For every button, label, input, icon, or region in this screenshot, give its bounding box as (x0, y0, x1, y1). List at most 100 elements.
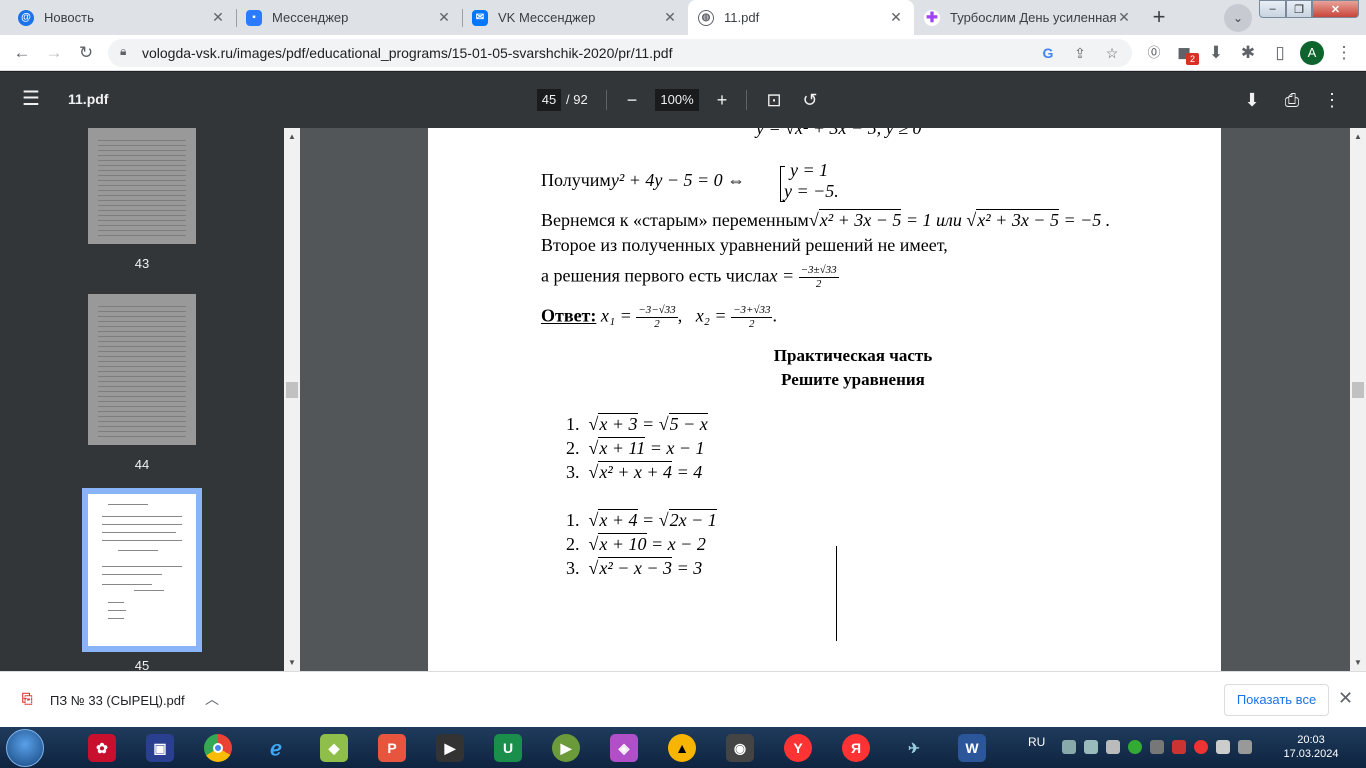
main-scrollbar[interactable]: ▲ ▼ (1350, 128, 1366, 671)
taskbar-app-camera[interactable]: ◉ (716, 730, 764, 766)
system-clock[interactable]: 20:03 17.03.2024 (1276, 733, 1346, 761)
page-thumbnail[interactable] (88, 294, 196, 445)
fit-page-icon[interactable]: ⊡ (762, 88, 786, 112)
taskbar-app-maps[interactable]: ◆ (310, 730, 358, 766)
more-actions-icon[interactable]: ⋮ (1320, 88, 1344, 112)
taskbar-app-save[interactable]: ▣ (136, 730, 184, 766)
tray-icon[interactable] (1150, 740, 1164, 754)
new-tab-button[interactable]: + (1145, 4, 1173, 32)
puzzle-icon[interactable]: ✱ (1236, 41, 1260, 65)
download-icon[interactable]: ⬇ (1204, 41, 1228, 65)
taskbar-app-media[interactable]: ▶ (426, 730, 474, 766)
address-bar[interactable]: 🔒︎ vologda-vsk.ru/images/pdf/educational… (108, 39, 1132, 67)
bookmark-star-icon[interactable]: ☆ (1102, 43, 1122, 63)
taskbar-app-archicad[interactable]: ▲ (658, 730, 706, 766)
tab-strip: @ Новость ✕ ▪ Мессенджер ✕ ✉ VK Мессендж… (0, 0, 1366, 35)
rhs-a: = 1 (905, 210, 932, 230)
network-icon[interactable] (1084, 740, 1098, 754)
eq-g2-2: 2. √x + 10 = x − 2 (566, 533, 706, 554)
line-vernemsya: Вернемся к «старым» переменным√x² + 3x −… (541, 209, 1111, 230)
forward-icon[interactable]: → (42, 41, 66, 65)
close-icon[interactable]: ✕ (1116, 9, 1132, 26)
line-resheniya: а решения первого есть числаx = −3±√33 2 (541, 264, 839, 291)
close-icon[interactable]: ✕ (662, 9, 678, 26)
maximize-button[interactable]: ❐ (1286, 0, 1312, 18)
share-icon[interactable]: ⇪ (1070, 43, 1090, 63)
close-icon[interactable]: ✕ (888, 9, 904, 26)
tab-title: Новость (44, 10, 94, 25)
hamburger-menu-icon[interactable]: ☰ (22, 88, 46, 112)
scroll-up-arrow-icon[interactable]: ▲ (284, 132, 300, 141)
language-indicator[interactable]: RU (1028, 735, 1045, 749)
rotate-icon[interactable]: ↺ (798, 88, 822, 112)
tab-vk-messenger[interactable]: ✉ VK Мессенджер ✕ (462, 0, 688, 35)
taskbar-app-chrome[interactable] (194, 730, 242, 766)
side-panel-icon[interactable]: ▯ (1268, 41, 1292, 65)
close-icon[interactable]: ✕ (436, 9, 452, 26)
show-all-button[interactable]: Показать все (1224, 684, 1329, 716)
rhs-b: = −5 . (1063, 210, 1111, 230)
eq-g1-1: 1. √x + 3 = √5 − x (566, 413, 708, 434)
close-window-button[interactable]: ✕ (1312, 0, 1359, 18)
clock-date: 17.03.2024 (1283, 748, 1339, 760)
extension-shield-icon[interactable]: ⓪ (1142, 41, 1166, 65)
taskbar-app-ie[interactable]: ℯ (252, 730, 300, 766)
start-button[interactable] (6, 729, 44, 767)
line-poluchim: Получимy² + 4y − 5 = 0 ⇔ (541, 170, 745, 191)
close-icon[interactable]: ✕ (210, 9, 226, 26)
zoom-in-icon[interactable]: + (710, 88, 734, 112)
close-icon[interactable]: ✕ (1338, 688, 1353, 709)
taskbar-app-network[interactable]: ✈ (890, 730, 938, 766)
download-icon[interactable]: ⬇ (1240, 88, 1264, 112)
volume-icon[interactable] (1062, 740, 1076, 754)
pdf-toolbar: ☰ 11.pdf 45 / 92 − 100% + ⊡ ↺ ⬇ ⎙ ⋮ (0, 72, 1366, 128)
lock-icon[interactable]: 🔒︎ (120, 44, 126, 59)
zoom-out-icon[interactable]: − (620, 88, 644, 112)
tab-title: Мессенджер (272, 10, 349, 25)
tab-search-button[interactable]: ⌄ (1224, 4, 1252, 32)
antivirus-icon[interactable] (1128, 740, 1142, 754)
more-menu-icon[interactable]: ⋮ (1332, 41, 1356, 65)
tab-messenger[interactable]: ▪ Мессенджер ✕ (236, 0, 462, 35)
scroll-up-arrow-icon[interactable]: ▲ (1350, 132, 1366, 141)
page-thumbnail[interactable] (88, 128, 196, 244)
eq-g2-3: 3. √x² − x − 3 = 3 (566, 557, 703, 578)
taskbar-app-player[interactable]: ▶ (542, 730, 590, 766)
taskbar-app-u[interactable]: U (484, 730, 532, 766)
toolbar-divider (606, 90, 607, 110)
yandex-tray-icon[interactable] (1194, 740, 1208, 754)
taskbar-app-huawei[interactable]: ✿ (78, 730, 126, 766)
google-translate-icon[interactable]: G (1038, 43, 1058, 63)
tab-novost[interactable]: @ Новость ✕ (8, 0, 236, 35)
taskbar-app-yandex-browser[interactable]: Y (774, 730, 822, 766)
tab-turboslim[interactable]: ✚ Турбослим День усиленная ф ✕ (914, 0, 1142, 35)
action-center-icon[interactable] (1216, 740, 1230, 754)
taskbar-app-word[interactable]: W (948, 730, 996, 766)
reload-icon[interactable]: ↻ (74, 41, 98, 65)
answer-line: Ответ: x₁ = −3−√33 2, x₂ = −3+√33 2. (541, 304, 777, 330)
tray-icon[interactable] (1106, 740, 1120, 754)
profile-avatar[interactable]: A (1300, 41, 1324, 65)
taskbar-app-presentation[interactable]: P (368, 730, 416, 766)
tab-11-pdf[interactable]: ◍ 11.pdf ✕ (688, 0, 914, 35)
pdf-viewport: y = √x² + 3x − 5, y ≥ 0 Получимy² + 4y −… (300, 128, 1350, 671)
tray-icon[interactable] (1172, 740, 1186, 754)
print-icon[interactable]: ⎙ (1280, 88, 1304, 112)
scroll-down-arrow-icon[interactable]: ▼ (284, 658, 300, 667)
download-item[interactable]: ПЗ № 33 (СЫРЕЦ).pdf (50, 693, 185, 708)
scrollbar-thumb[interactable] (286, 382, 298, 398)
back-icon[interactable]: ← (10, 41, 34, 65)
taskbar-app-yandex[interactable]: Я (832, 730, 880, 766)
scrollbar-thumb[interactable] (1352, 382, 1364, 398)
chevron-up-icon[interactable]: ︿ (205, 689, 219, 709)
tray-icon[interactable] (1238, 740, 1252, 754)
sidebar-scrollbar[interactable]: ▲ ▼ (284, 128, 300, 671)
page-number-input[interactable]: 45 (537, 89, 561, 111)
minimize-button[interactable]: – (1259, 0, 1286, 18)
scroll-down-arrow-icon[interactable]: ▼ (1350, 658, 1366, 667)
fraction: −3±√33 2 (798, 264, 839, 291)
zoom-input[interactable]: 100% (655, 89, 699, 111)
taskbar-app-paint[interactable]: ◈ (600, 730, 648, 766)
page-thumbnail-selected[interactable] (82, 488, 202, 652)
url-text[interactable]: vologda-vsk.ru/images/pdf/educational_pr… (142, 45, 672, 61)
